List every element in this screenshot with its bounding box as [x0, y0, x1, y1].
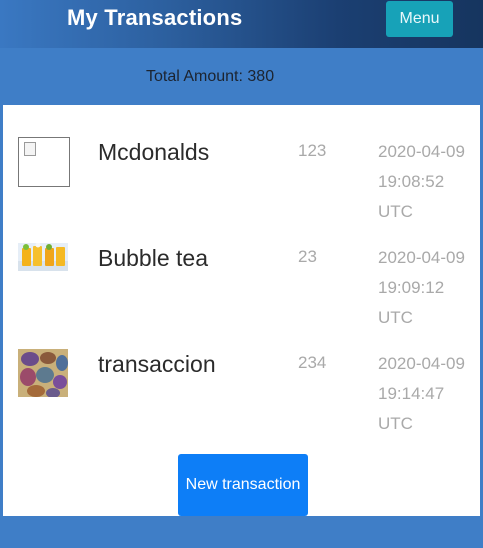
transaction-amount: 23	[298, 247, 317, 266]
menu-button[interactable]: Menu	[386, 1, 453, 37]
new-transaction-button[interactable]: New transaction	[178, 454, 308, 516]
total-amount: Total Amount: 380	[146, 68, 275, 85]
transaction-date: 2020-04-09 19:09:12 UTC	[378, 248, 465, 327]
app-header: My Transactions Menu	[0, 0, 483, 48]
drinks-photo	[18, 243, 68, 271]
transaction-date: 2020-04-09 19:14:47 UTC	[378, 354, 465, 433]
transaction-row[interactable]: Mcdonalds 123 2020-04-09 19:08:52 UTC	[0, 137, 483, 237]
image-placeholder-icon	[24, 142, 36, 156]
total-bar: Total Amount: 380	[0, 48, 483, 105]
transaction-amount: 123	[298, 141, 327, 160]
footer-bar	[0, 516, 483, 548]
transaction-date: 2020-04-09 19:08:52 UTC	[378, 142, 465, 221]
transaction-row[interactable]: Bubble tea 23 2020-04-09 19:09:12 UTC	[0, 243, 483, 343]
page-title: My Transactions	[67, 5, 243, 30]
transaction-name: transaccion	[98, 351, 216, 377]
transaction-name: Bubble tea	[98, 245, 208, 271]
stones-photo	[18, 349, 68, 397]
transaction-name: Mcdonalds	[98, 139, 210, 165]
transaction-amount: 234	[298, 353, 327, 372]
transaction-row[interactable]: transaccion 234 2020-04-09 19:14:47 UTC	[0, 349, 483, 449]
broken-image-icon	[18, 137, 70, 187]
